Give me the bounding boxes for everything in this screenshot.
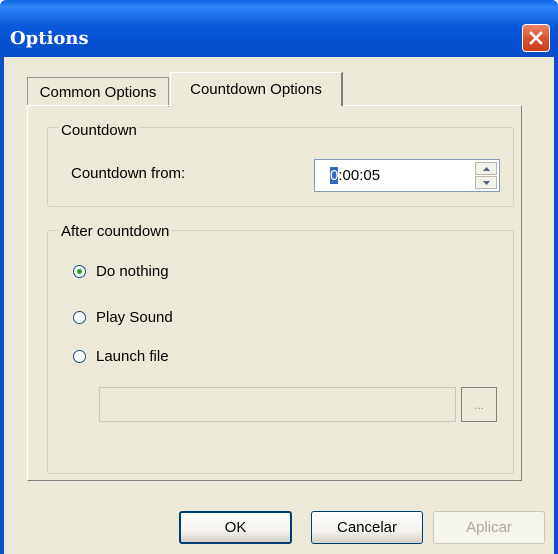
radio-do-nothing-label: Do nothing xyxy=(96,263,169,280)
spin-down-button[interactable] xyxy=(475,176,497,189)
radio-launch-file-circle[interactable] xyxy=(73,350,86,363)
countdown-time-value[interactable]: 0:00:05 xyxy=(330,167,380,184)
arrow-up-icon xyxy=(482,166,490,171)
ok-button[interactable]: OK xyxy=(179,511,292,544)
close-button[interactable] xyxy=(522,24,550,52)
radio-play-sound[interactable]: Play Sound xyxy=(73,309,173,326)
window-title: Options xyxy=(10,28,89,49)
countdown-from-label: Countdown from: xyxy=(71,165,186,182)
radio-launch-file[interactable]: Launch file xyxy=(73,348,169,365)
countdown-time-spinner[interactable]: 0:00:05 xyxy=(314,159,500,192)
close-icon xyxy=(529,31,543,45)
radio-play-sound-label: Play Sound xyxy=(96,309,173,326)
spinner-buttons xyxy=(475,162,497,189)
apply-button[interactable]: Aplicar xyxy=(433,511,545,544)
after-countdown-legend: After countdown xyxy=(59,223,172,240)
browse-button[interactable]: ... xyxy=(461,387,497,422)
tab-common-options-label: Common Options xyxy=(39,84,157,101)
radio-play-sound-circle[interactable] xyxy=(73,311,86,324)
window-frame-right xyxy=(554,57,558,554)
title-bar[interactable]: Options xyxy=(0,0,558,57)
radio-do-nothing[interactable]: Do nothing xyxy=(73,263,169,280)
radio-do-nothing-circle[interactable] xyxy=(73,265,86,278)
launch-file-path-input[interactable] xyxy=(99,387,456,422)
tab-countdown-options-label: Countdown Options xyxy=(190,81,322,98)
arrow-down-icon xyxy=(482,180,490,185)
tab-countdown-options[interactable]: Countdown Options xyxy=(170,72,343,106)
spin-up-button[interactable] xyxy=(475,162,497,175)
radio-launch-file-label: Launch file xyxy=(96,348,169,365)
options-dialog: Options Common Options Countdown Options… xyxy=(0,0,558,554)
countdown-legend: Countdown xyxy=(59,122,139,139)
cancel-button[interactable]: Cancelar xyxy=(311,511,423,544)
countdown-time-rest: :00:05 xyxy=(338,167,381,184)
tab-common-options[interactable]: Common Options xyxy=(27,77,169,107)
